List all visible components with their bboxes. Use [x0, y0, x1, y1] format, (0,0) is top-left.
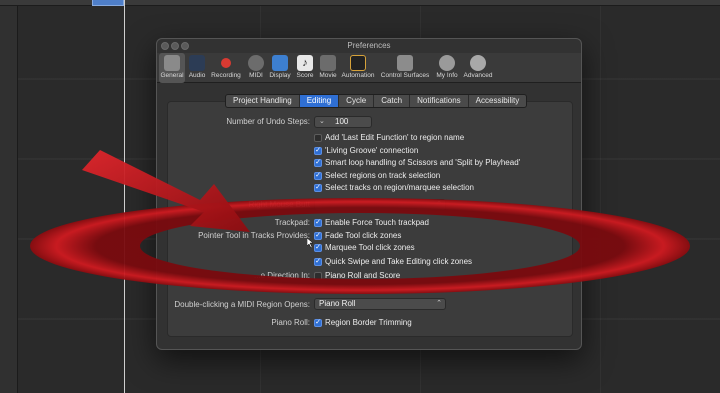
toolbar-midi[interactable]: MIDI — [245, 53, 267, 83]
check-quick-swipe[interactable]: ✓ Quick Swipe and Take Editing click zon… — [314, 256, 472, 267]
audio-icon — [189, 55, 205, 71]
checkbox[interactable]: ✓ — [314, 146, 322, 155]
checkbox[interactable]: ✓ — [314, 158, 322, 167]
preferences-toolbar: General Audio Recording MIDI Display ♪ S… — [157, 53, 581, 83]
display-icon — [272, 55, 288, 71]
checkbox[interactable]: ✓ — [314, 318, 322, 327]
check-select-regions[interactable]: ✓ Select regions on track selection — [314, 170, 440, 181]
midi-icon — [248, 55, 264, 71]
toolbar-automation[interactable]: Automation — [340, 53, 376, 83]
record-icon — [218, 55, 234, 71]
checkbox[interactable]: ✓ — [314, 231, 322, 240]
undo-steps-label: Number of Undo Steps: — [226, 117, 310, 126]
mouse-cursor-icon — [307, 238, 314, 248]
check-living-groove[interactable]: ✓ 'Living Groove' connection — [314, 145, 418, 156]
tab-editing[interactable]: Editing — [299, 95, 340, 107]
tab-project-handling[interactable]: Project Handling — [226, 95, 300, 107]
my-info-icon — [439, 55, 455, 71]
toolbar-recording[interactable]: Recording — [210, 53, 242, 83]
track-header-edge — [0, 6, 18, 393]
toolbar-audio[interactable]: Audio — [186, 53, 208, 83]
undo-steps-stepper[interactable]: ⌄ 100 — [314, 116, 372, 128]
check-last-edit-function[interactable]: Add 'Last Edit Function' to region name — [314, 132, 464, 143]
automation-icon — [350, 55, 366, 71]
trackpad-label: Trackpad: — [274, 218, 310, 227]
playhead[interactable] — [124, 0, 125, 393]
popup-arrows-icon: ⌃ — [436, 201, 442, 208]
pointer-tool-label: Pointer Tool in Tracks Provides: — [198, 231, 310, 240]
right-mouse-select[interactable]: ⌃ — [314, 199, 446, 211]
check-marquee-tool[interactable]: ✓ Marquee Tool click zones — [314, 242, 415, 253]
check-fade-tool[interactable]: ✓ Fade Tool click zones — [314, 230, 401, 241]
right-mouse-label: Right Mouse Butt — [248, 200, 310, 209]
region[interactable] — [92, 0, 124, 6]
toolbar-control-surfaces[interactable]: Control Surfaces — [379, 53, 431, 83]
check-force-touch[interactable]: ✓ Enable Force Touch trackpad — [314, 217, 429, 228]
general-icon — [164, 55, 180, 71]
tab-catch[interactable]: Catch — [374, 95, 411, 107]
one-direction-label: ...e Direction In: — [253, 271, 310, 280]
checkbox[interactable]: ✓ — [314, 243, 322, 252]
toolbar-general[interactable]: General — [159, 53, 185, 83]
stepper-arrows-icon: ⌄ — [319, 118, 325, 125]
piano-roll-label: Piano Roll: — [271, 318, 310, 327]
advanced-icon — [470, 55, 486, 71]
check-piano-roll-score[interactable]: Piano Roll and Score — [314, 270, 400, 281]
toolbar-score[interactable]: ♪ Score — [294, 53, 316, 83]
midi-region-label: Double-clicking a MIDI Region Opens: — [174, 300, 310, 309]
checkbox[interactable] — [314, 133, 322, 142]
score-icon: ♪ — [297, 55, 313, 71]
tab-cycle[interactable]: Cycle — [339, 95, 375, 107]
popup-arrows-icon: ⌃ — [436, 300, 442, 307]
toolbar-display[interactable]: Display — [268, 53, 292, 83]
checkbox[interactable]: ✓ — [314, 257, 322, 266]
bar-line — [600, 6, 601, 393]
toolbar-movie[interactable]: Movie — [317, 53, 339, 83]
toolbar-advanced[interactable]: Advanced — [461, 53, 495, 83]
checkbox[interactable] — [314, 271, 322, 280]
check-region-border-trimming[interactable]: ✓ Region Border Trimming — [314, 317, 412, 328]
movie-icon — [320, 55, 336, 71]
tab-accessibility[interactable]: Accessibility — [469, 95, 527, 107]
toolbar-my-info[interactable]: My Info — [434, 53, 460, 83]
window-title: Preferences — [347, 41, 391, 50]
checkbox[interactable]: ✓ — [314, 183, 322, 192]
midi-region-select[interactable]: Piano Roll ⌃ — [314, 298, 446, 310]
check-select-tracks[interactable]: ✓ Select tracks on region/marquee select… — [314, 182, 474, 193]
tab-notifications[interactable]: Notifications — [410, 95, 469, 107]
checkbox[interactable]: ✓ — [314, 218, 322, 227]
check-smart-loop[interactable]: ✓ Smart loop handling of Scissors and 'S… — [314, 157, 520, 168]
control-surfaces-icon — [397, 55, 413, 71]
preferences-tabs: Project Handling Editing Cycle Catch Not… — [225, 94, 528, 108]
checkbox[interactable]: ✓ — [314, 171, 322, 180]
